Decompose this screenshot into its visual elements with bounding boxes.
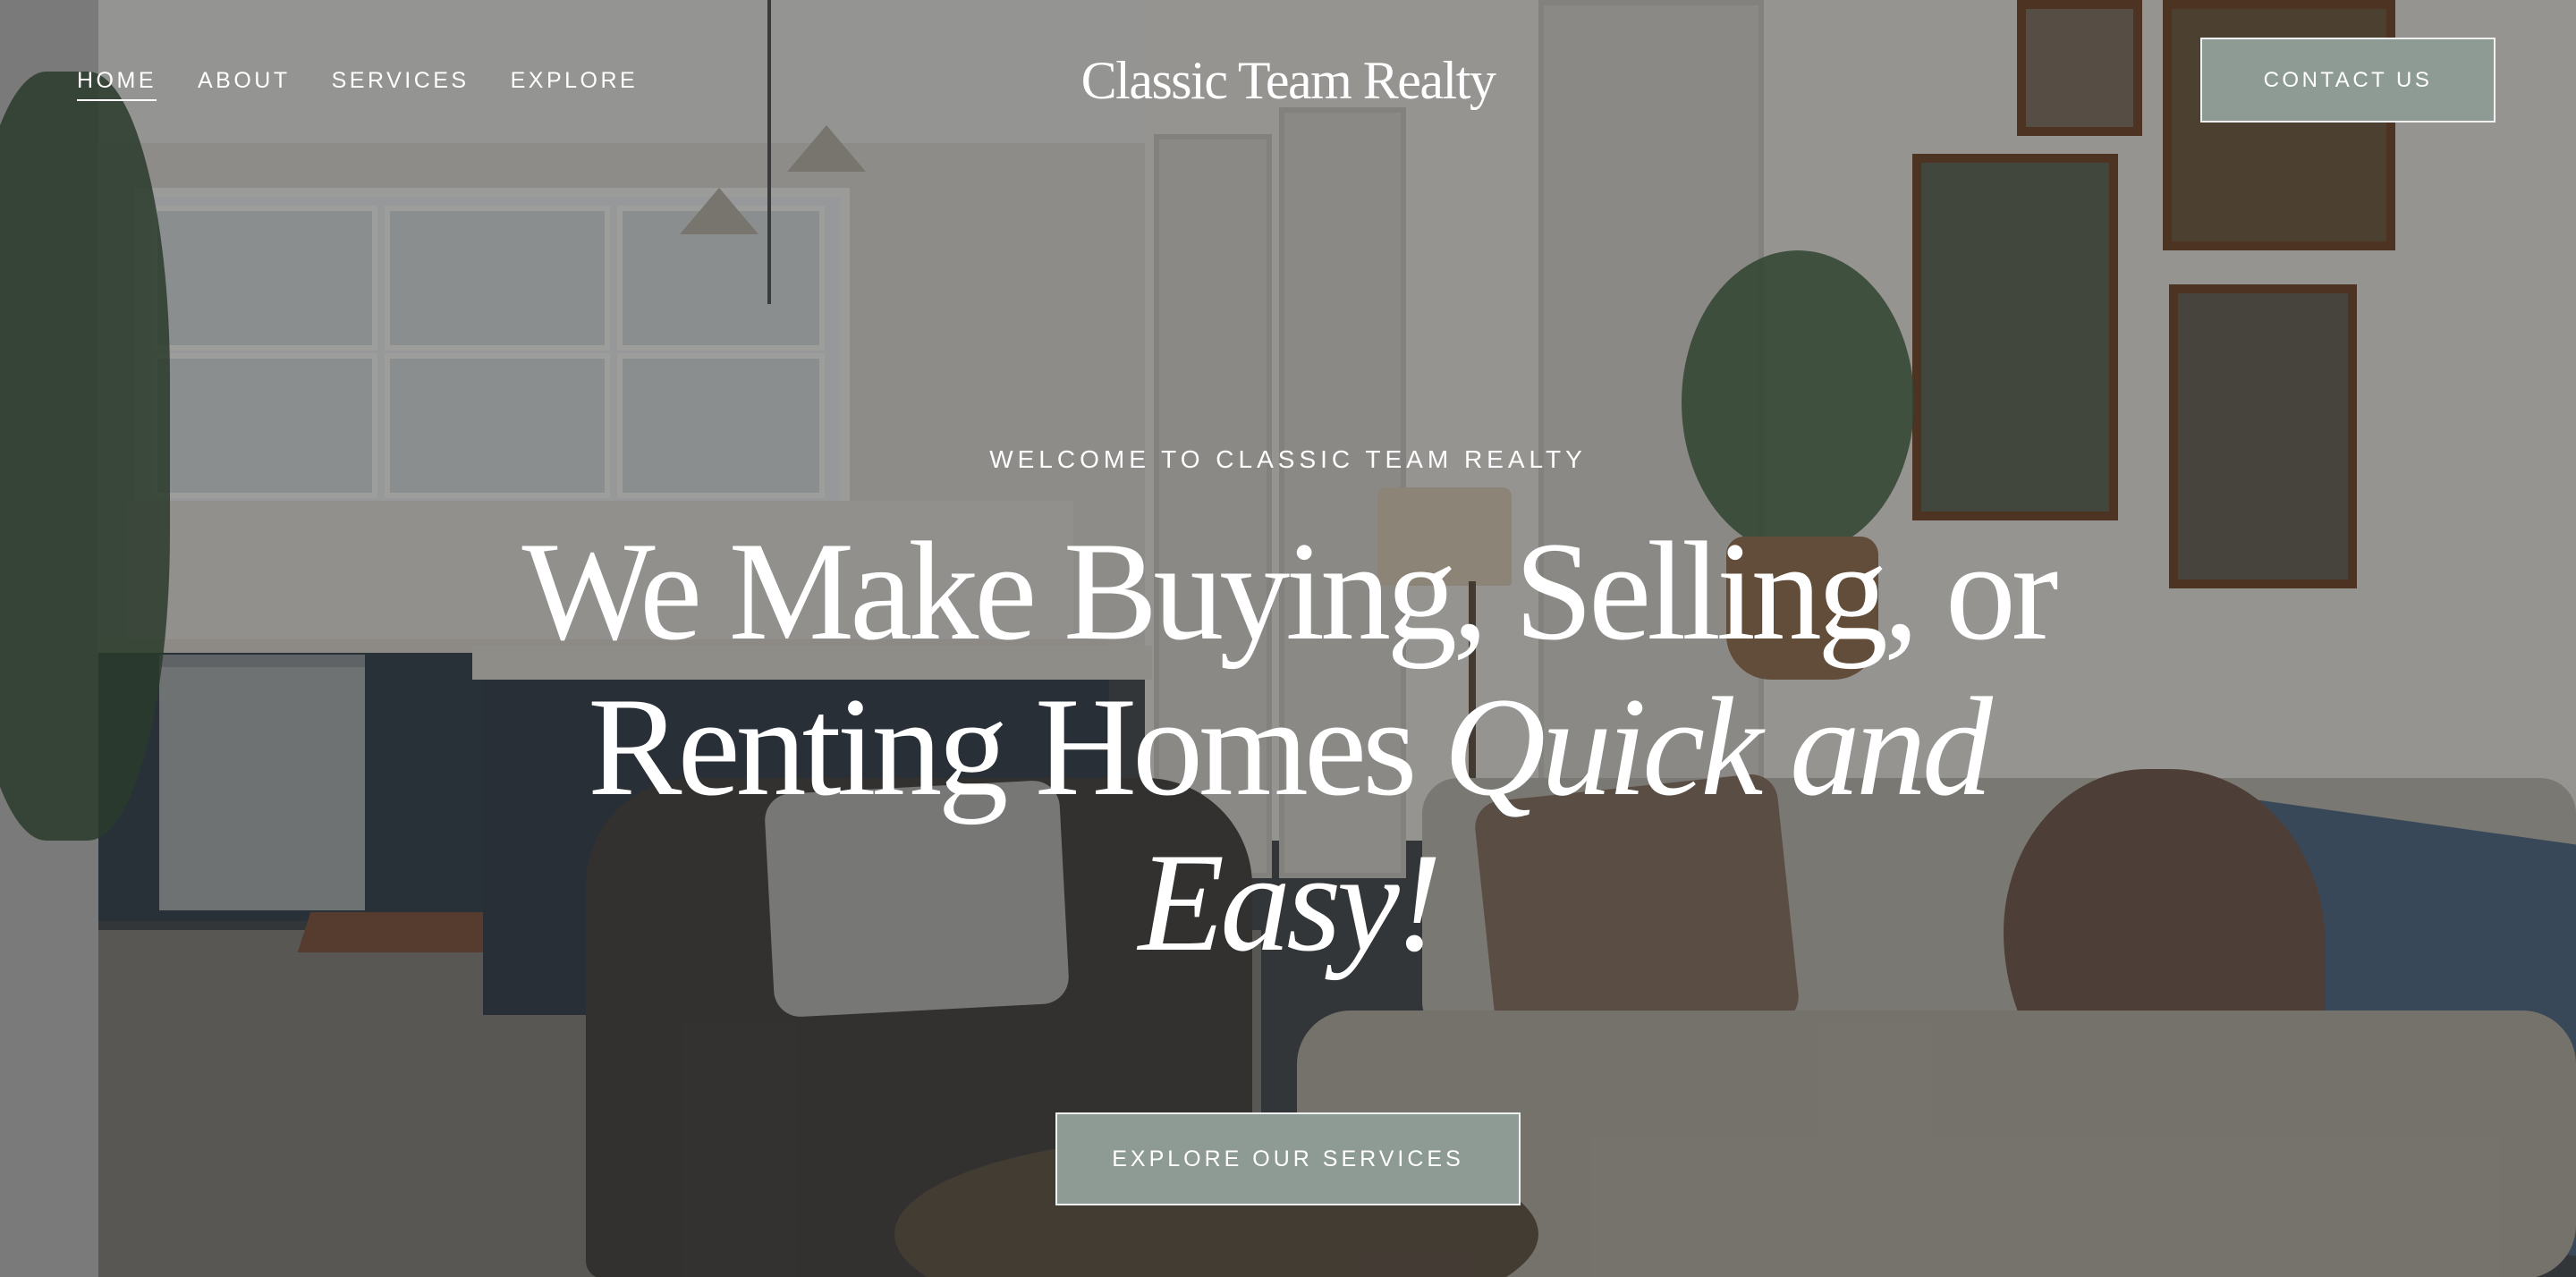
headline-line-2-italic: Quick and	[1444, 669, 1993, 825]
contact-us-button[interactable]: CONTACT US	[2200, 38, 2496, 123]
hero-section: HOME ABOUT SERVICES EXPLORE Classic Team…	[0, 0, 2576, 1277]
headline-line-2: Renting Homes	[588, 669, 1445, 825]
headline-line-3-italic: Easy!	[1138, 825, 1443, 981]
site-title[interactable]: Classic Team Realty	[0, 50, 2576, 112]
explore-services-button[interactable]: EXPLORE OUR SERVICES	[1055, 1112, 1521, 1205]
hero-headline: We Make Buying, Selling, or Renting Home…	[501, 514, 2075, 981]
headline-line-1: We Make Buying, Selling, or	[521, 513, 2059, 670]
hero-eyebrow: WELCOME TO CLASSIC TEAM REALTY	[989, 445, 1587, 473]
